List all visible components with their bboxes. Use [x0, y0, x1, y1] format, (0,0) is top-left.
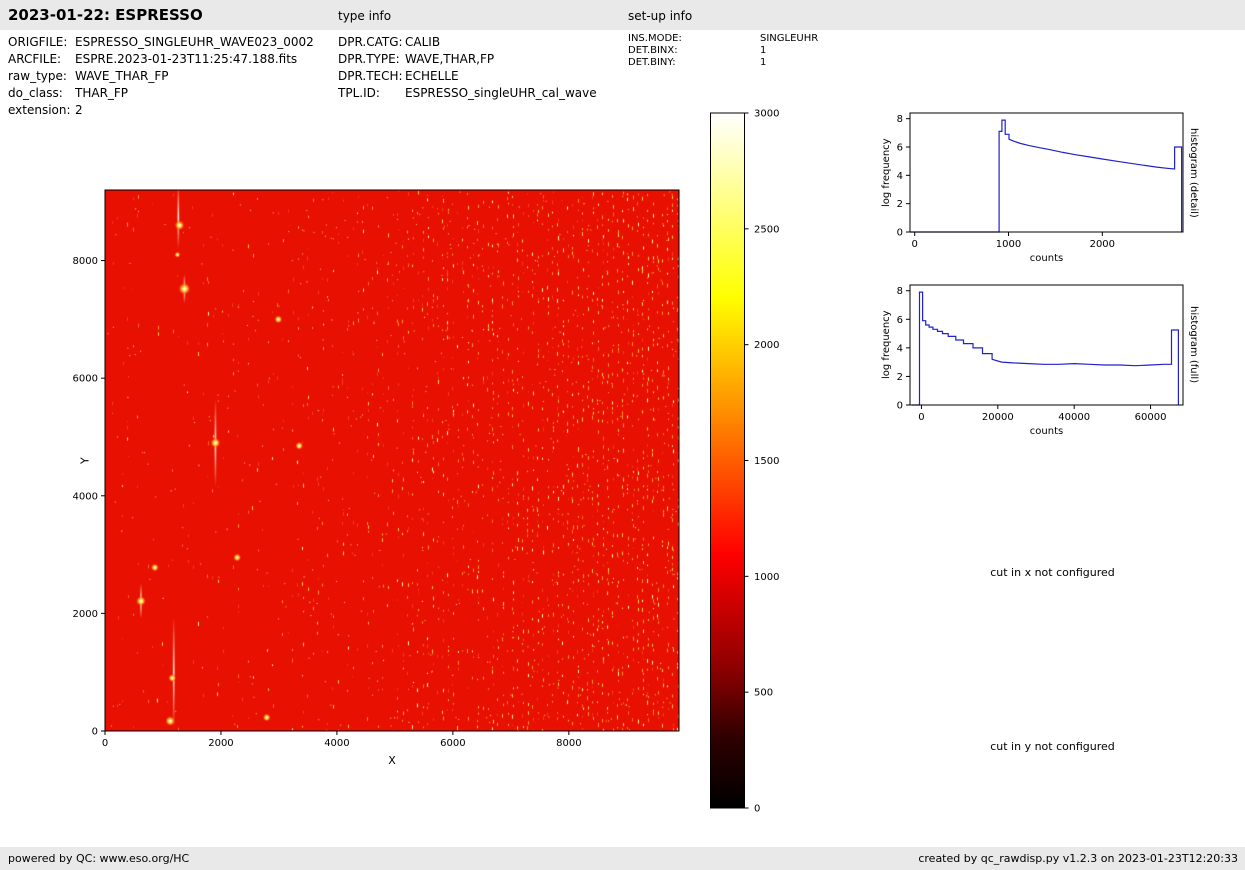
arcfile-value: ESPRE.2023-01-23T11:25:47.188.fits — [75, 53, 297, 66]
doclass-value: THAR_FP — [75, 87, 128, 100]
svg-text:0: 0 — [754, 804, 760, 815]
dpr-type-label: DPR.TYPE: — [338, 53, 405, 66]
svg-text:8000: 8000 — [556, 738, 581, 749]
colorbar: 0 500 1000 1500 2000 2500 3000 — [710, 108, 805, 818]
histogram-detail-ylabel: log frequency — [880, 113, 893, 232]
ins-mode-value: SINGLEUHR — [760, 33, 818, 44]
doclass-row: do_class: THAR_FP — [8, 87, 314, 100]
svg-text:0: 0 — [918, 412, 924, 423]
det-biny-label: DET.BINY: — [628, 57, 760, 68]
svg-text:4: 4 — [897, 343, 903, 354]
footer-created-by: created by qc_rawdisp.py v1.2.3 on 2023-… — [918, 852, 1238, 865]
header-bar: 2023-01-22: ESPRESSO type info set-up in… — [0, 0, 1245, 30]
histogram-detail-title: histogram (detail) — [1187, 113, 1200, 232]
type-info-block: DPR.CATG: CALIB DPR.TYPE: WAVE,THAR,FP D… — [338, 36, 597, 104]
det-biny-value: 1 — [760, 57, 766, 68]
cut-in-x-note: cut in x not configured — [880, 566, 1225, 579]
det-biny-row: DET.BINY: 1 — [628, 57, 818, 68]
extension-row: extension: 2 — [8, 104, 314, 117]
file-info-block: ORIGFILE: ESPRESSO_SINGLEUHR_WAVE023_000… — [8, 36, 314, 121]
rawtype-value: WAVE_THAR_FP — [75, 70, 168, 83]
extension-value: 2 — [75, 104, 83, 117]
svg-text:4000: 4000 — [324, 738, 349, 749]
svg-text:2: 2 — [897, 199, 903, 210]
histogram-full-ylabel: log frequency — [880, 285, 893, 405]
svg-text:40000: 40000 — [1058, 412, 1090, 423]
histogram-detail-xlabel: counts — [910, 253, 1183, 264]
svg-text:6000: 6000 — [440, 738, 465, 749]
raw-frame-xlabel: X — [105, 754, 679, 767]
det-binx-value: 1 — [760, 45, 766, 56]
doclass-label: do_class: — [8, 87, 75, 100]
svg-text:0: 0 — [897, 401, 903, 412]
origfile-value: ESPRESSO_SINGLEUHR_WAVE023_0002 — [75, 36, 314, 49]
svg-text:0: 0 — [897, 228, 903, 239]
cut-in-y-note: cut in y not configured — [880, 740, 1225, 753]
page-title: 2023-01-22: ESPRESSO — [8, 6, 203, 24]
svg-text:6: 6 — [897, 143, 903, 154]
rawtype-row: raw_type: WAVE_THAR_FP — [8, 70, 314, 83]
dpr-tech-row: DPR.TECH: ECHELLE — [338, 70, 597, 83]
rawtype-label: raw_type: — [8, 70, 75, 83]
svg-text:1000: 1000 — [754, 572, 779, 583]
tpl-id-label: TPL.ID: — [338, 87, 405, 100]
svg-text:0: 0 — [912, 239, 918, 250]
arcfile-row: ARCFILE: ESPRE.2023-01-23T11:25:47.188.f… — [8, 53, 314, 66]
dpr-catg-value: CALIB — [405, 36, 440, 49]
extension-label: extension: — [8, 104, 75, 117]
dpr-tech-label: DPR.TECH: — [338, 70, 405, 83]
footer-powered-by: powered by QC: www.eso.org/HC — [8, 852, 189, 865]
ins-mode-row: INS.MODE: SINGLEUHR — [628, 33, 818, 44]
svg-text:6: 6 — [897, 315, 903, 326]
raw-frame-figure: 0200040006000800002000400060008000 Y X — [40, 180, 740, 800]
svg-text:4: 4 — [897, 171, 903, 182]
arcfile-label: ARCFILE: — [8, 53, 75, 66]
svg-text:2: 2 — [897, 372, 903, 383]
histogram-full-figure: 0 20000 40000 60000 0 2 4 6 8 log frequency hist… — [880, 277, 1225, 452]
setup-info-block: INS.MODE: SINGLEUHR DET.BINX: 1 DET.BINY… — [628, 33, 818, 69]
origfile-label: ORIGFILE: — [8, 36, 75, 49]
svg-text:2000: 2000 — [1090, 239, 1115, 250]
svg-text:8: 8 — [897, 114, 903, 125]
histogram-detail-figure: 0 1000 2000 0 2 4 6 8 log frequency histogram (… — [880, 105, 1225, 280]
origfile-row: ORIGFILE: ESPRESSO_SINGLEUHR_WAVE023_000… — [8, 36, 314, 49]
svg-text:2000: 2000 — [208, 738, 233, 749]
svg-text:1500: 1500 — [754, 456, 779, 467]
svg-text:8: 8 — [897, 286, 903, 297]
svg-text:20000: 20000 — [982, 412, 1014, 423]
svg-text:500: 500 — [754, 688, 773, 699]
svg-text:0: 0 — [92, 727, 98, 738]
svg-text:0: 0 — [102, 738, 108, 749]
det-binx-row: DET.BINX: 1 — [628, 45, 818, 56]
svg-text:3000: 3000 — [754, 109, 779, 120]
dpr-type-value: WAVE,THAR,FP — [405, 53, 494, 66]
setup-info-heading: set-up info — [628, 9, 692, 23]
ins-mode-label: INS.MODE: — [628, 33, 760, 44]
svg-text:2000: 2000 — [754, 340, 779, 351]
svg-text:2500: 2500 — [754, 224, 779, 235]
det-binx-label: DET.BINX: — [628, 45, 760, 56]
dpr-catg-row: DPR.CATG: CALIB — [338, 36, 597, 49]
colorbar-scale: 0 500 1000 1500 2000 2500 3000 — [710, 108, 805, 818]
raw-frame-ylabel: Y — [78, 190, 92, 731]
histogram-full-xlabel: counts — [910, 426, 1183, 437]
dpr-type-row: DPR.TYPE: WAVE,THAR,FP — [338, 53, 597, 66]
histogram-full-title: histogram (full) — [1187, 285, 1200, 405]
type-info-heading: type info — [338, 9, 391, 23]
svg-text:1000: 1000 — [996, 239, 1021, 250]
raw-frame-image — [105, 190, 679, 731]
svg-text:60000: 60000 — [1135, 412, 1167, 423]
tpl-id-row: TPL.ID: ESPRESSO_singleUHR_cal_wave — [338, 87, 597, 100]
tpl-id-value: ESPRESSO_singleUHR_cal_wave — [405, 87, 597, 100]
dpr-tech-value: ECHELLE — [405, 70, 459, 83]
dpr-catg-label: DPR.CATG: — [338, 36, 405, 49]
